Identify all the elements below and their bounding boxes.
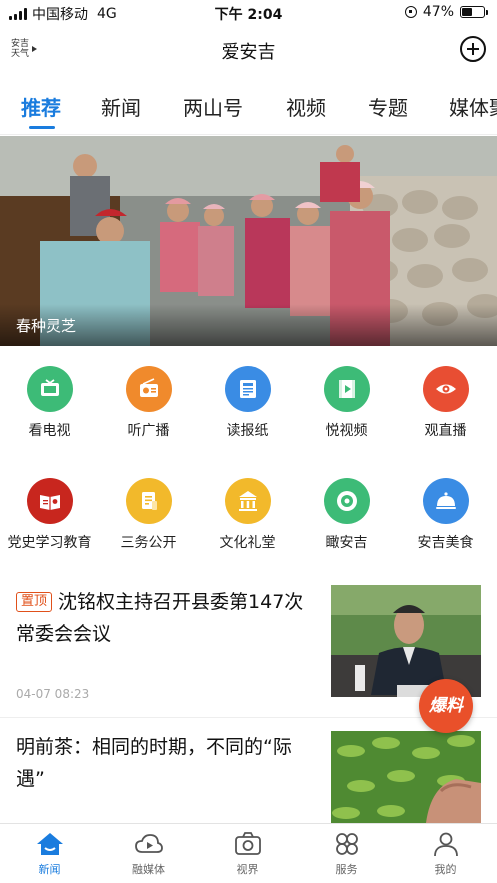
news-time: 04-07 08:23 xyxy=(16,687,90,701)
nav-label: 我的 xyxy=(434,863,457,876)
app-title: 爱安吉 xyxy=(221,42,276,63)
channel-tabs: 推荐 新闻 两山号 视频 专题 媒体聚 xyxy=(0,84,497,134)
nav-label: 服务 xyxy=(335,863,358,876)
banner-carousel[interactable]: 春种灵芝 xyxy=(0,136,497,346)
grid-clover-icon xyxy=(297,830,396,858)
news-title-text: 明前茶：相同的时期，不同的“际遇” xyxy=(16,736,292,790)
tab-special[interactable]: 专题 xyxy=(368,92,408,121)
grid-item-view-anji[interactable]: 瞰安吉 xyxy=(297,478,396,552)
grid-item-video[interactable]: 悦视频 xyxy=(297,366,396,440)
video-icon xyxy=(323,366,370,412)
banner-caption: 春种灵芝 xyxy=(16,317,77,335)
nav-media[interactable]: 融媒体 xyxy=(99,830,198,877)
nav-news[interactable]: 新闻 xyxy=(0,830,99,877)
grid-label: 文化礼堂 xyxy=(219,535,276,551)
nav-label: 视界 xyxy=(236,863,259,876)
tab-news[interactable]: 新闻 xyxy=(101,92,141,121)
grid-label: 党史学习教育 xyxy=(7,535,92,551)
grid-label: 三务公开 xyxy=(120,535,177,551)
status-bar: 中国移动 4G 下午 2:04 47% xyxy=(0,0,497,26)
nav-profile[interactable]: 我的 xyxy=(396,830,495,877)
divider xyxy=(0,134,497,135)
bottom-navigation: 新闻 融媒体 视界 服务 我的 xyxy=(0,823,497,883)
grid-label: 看电视 xyxy=(28,423,71,439)
tv-icon xyxy=(26,366,73,412)
active-tab-indicator xyxy=(29,126,55,129)
nav-label: 融媒体 xyxy=(132,863,165,876)
party-book-icon xyxy=(26,478,73,524)
tab-liangshanhao[interactable]: 两山号 xyxy=(183,92,243,121)
document-icon xyxy=(125,478,172,524)
grid-item-culture-hall[interactable]: 文化礼堂 xyxy=(198,478,297,552)
news-thumbnail xyxy=(331,731,481,823)
battery-icon xyxy=(460,6,488,18)
grid-item-newspaper[interactable]: 读报纸 xyxy=(198,366,297,440)
radio-icon xyxy=(125,366,172,412)
grid-label: 瞰安吉 xyxy=(325,535,368,551)
user-icon xyxy=(396,830,495,858)
food-cloche-icon xyxy=(422,478,469,524)
hall-icon xyxy=(224,478,271,524)
news-title: 明前茶：相同的时期，不同的“际遇” xyxy=(16,731,316,795)
eye-circle-icon xyxy=(323,478,370,524)
grid-label: 观直播 xyxy=(424,423,467,439)
tip-off-button[interactable]: 爆料 xyxy=(419,679,473,733)
grid-item-food[interactable]: 安吉美食 xyxy=(396,478,495,552)
news-thumbnail xyxy=(331,585,481,697)
tab-media[interactable]: 媒体聚 xyxy=(449,92,497,121)
banner-caption-overlay: 春种灵芝 xyxy=(0,304,497,346)
grid-item-party-history[interactable]: 党史学习教育 xyxy=(0,478,99,552)
grid-item-radio[interactable]: 听广播 xyxy=(99,366,198,440)
news-title: 置顶 沈铭权主持召开县委第147次常委会会议 xyxy=(16,586,316,650)
cloud-play-icon xyxy=(99,830,198,858)
grid-item-three-affairs[interactable]: 三务公开 xyxy=(99,478,198,552)
service-grid-row-2: 党史学习教育 三务公开 文化礼堂 瞰安吉 安吉美食 xyxy=(0,478,497,568)
add-circle-button[interactable] xyxy=(460,36,486,62)
news-title-text: 沈铭权主持召开县委第147次常委会会议 xyxy=(16,591,304,645)
nav-vision[interactable]: 视界 xyxy=(198,830,297,877)
home-icon xyxy=(0,830,99,858)
newspaper-icon xyxy=(224,366,271,412)
tab-video[interactable]: 视频 xyxy=(286,92,326,121)
grid-item-watch-tv[interactable]: 看电视 xyxy=(0,366,99,440)
pinned-badge: 置顶 xyxy=(16,592,53,612)
tab-recommend[interactable]: 推荐 xyxy=(21,92,61,121)
grid-label: 听广播 xyxy=(127,423,170,439)
battery-percent: 47% xyxy=(422,4,454,20)
rotation-lock-icon xyxy=(404,6,417,18)
grid-label: 悦视频 xyxy=(325,423,368,439)
news-item[interactable]: 明前茶：相同的时期，不同的“际遇” xyxy=(0,718,497,823)
grid-label: 读报纸 xyxy=(226,423,269,439)
service-grid-row-1: 看电视 听广播 读报纸 悦视频 观直播 xyxy=(0,366,497,456)
app-header: 安吉 天气 爱安吉 xyxy=(0,26,497,74)
camera-icon xyxy=(198,830,297,858)
grid-label: 安吉美食 xyxy=(417,535,474,551)
nav-label: 新闻 xyxy=(38,863,61,876)
eye-icon xyxy=(422,366,469,412)
grid-item-live[interactable]: 观直播 xyxy=(396,366,495,440)
nav-services[interactable]: 服务 xyxy=(297,830,396,877)
